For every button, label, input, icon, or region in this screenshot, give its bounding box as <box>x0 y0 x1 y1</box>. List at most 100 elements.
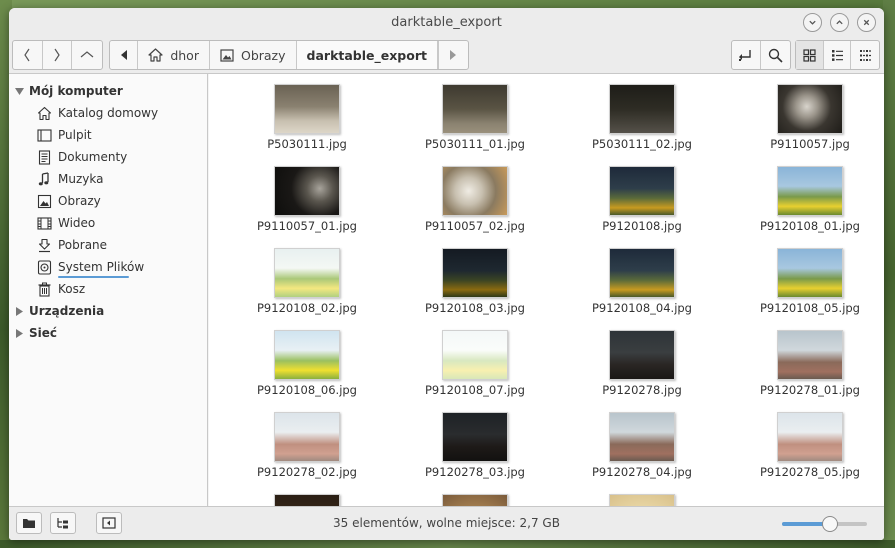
sidebar-item-label: Pulpit <box>58 128 92 142</box>
sidebar-item-music[interactable]: Muzyka <box>9 168 207 190</box>
sidebar-section-devices[interactable]: Urządzenia <box>9 300 207 322</box>
file-thumbnail <box>777 84 843 134</box>
sidebar-item-downloads[interactable]: Pobrane <box>9 234 207 256</box>
file-item[interactable]: P9110057_02.jpg <box>415 166 535 233</box>
trash-icon <box>36 281 52 297</box>
file-thumbnail <box>777 248 843 298</box>
file-item[interactable]: P9120278_02.jpg <box>247 412 367 479</box>
file-thumbnail <box>442 166 508 216</box>
statusbar: 35 elementów, wolne miejsce: 2,7 GB <box>9 506 884 540</box>
file-item[interactable]: P5030111_02.jpg <box>582 84 702 151</box>
sidebar-section-network[interactable]: Sieć <box>9 322 207 344</box>
titlebar[interactable]: darktable_export <box>9 8 884 38</box>
expander-collapsed-icon[interactable] <box>9 306 29 316</box>
file-item[interactable] <box>247 494 367 506</box>
maximize-button[interactable] <box>830 13 849 32</box>
file-thumbnail <box>609 166 675 216</box>
file-name: P9120108_03.jpg <box>425 301 525 315</box>
file-name: P9120108_04.jpg <box>592 301 692 315</box>
file-thumbnail <box>442 248 508 298</box>
sidebar-item-label: Kosz <box>58 282 86 296</box>
file-name: P9120108_01.jpg <box>760 219 860 233</box>
chevron-up-icon <box>836 20 843 25</box>
back-button[interactable] <box>13 41 43 69</box>
sidebar-item-pictures[interactable]: Obrazy <box>9 190 207 212</box>
sidebar-item-trash[interactable]: Kosz <box>9 278 207 300</box>
zoom-slider-handle[interactable] <box>821 516 838 532</box>
expander-collapsed-icon[interactable] <box>9 328 29 338</box>
file-item[interactable]: P5030111_01.jpg <box>415 84 535 151</box>
file-item[interactable]: P9120278_04.jpg <box>582 412 702 479</box>
file-item[interactable]: P9120108_04.jpg <box>582 248 702 315</box>
list-view-button[interactable] <box>824 41 852 69</box>
location-toggle-button[interactable] <box>732 41 762 69</box>
file-thumbnail <box>274 412 340 462</box>
sidebar-item-desktop[interactable]: Pulpit <box>9 124 207 146</box>
file-item[interactable]: P9120108_06.jpg <box>247 330 367 397</box>
file-item[interactable]: P9120108_03.jpg <box>415 248 535 315</box>
sidebar-section-computer[interactable]: Mój komputer <box>9 80 207 102</box>
file-thumbnail <box>609 248 675 298</box>
file-item[interactable]: P9120278_05.jpg <box>750 412 870 479</box>
breadcrumb-label: darktable_export <box>306 47 427 63</box>
sidebar-item-videos[interactable]: Wideo <box>9 212 207 234</box>
status-text: 35 elementów, wolne miejsce: 2,7 GB <box>333 516 560 530</box>
drive-icon <box>36 259 52 275</box>
breadcrumb-home[interactable]: dhor <box>138 41 210 69</box>
breadcrumb-scroll-left[interactable] <box>110 41 139 69</box>
file-thumbnail <box>609 84 675 134</box>
file-thumbnail <box>609 330 675 380</box>
sidebar-item-label: System Plików <box>58 260 145 274</box>
breadcrumb-label: dhor <box>170 47 199 63</box>
search-button[interactable] <box>761 41 790 69</box>
file-view[interactable]: P5030111.jpg P5030111_01.jpg P5030111_02.j… <box>209 74 884 506</box>
file-item[interactable] <box>582 494 702 506</box>
action-buttons <box>731 40 791 70</box>
file-item[interactable]: P9120108_02.jpg <box>247 248 367 315</box>
sidebar-section-label: Mój komputer <box>29 84 123 98</box>
breadcrumb-scroll-right[interactable] <box>439 41 468 69</box>
up-button[interactable] <box>72 41 102 69</box>
file-name: P9120278_01.jpg <box>760 383 860 397</box>
zoom-slider[interactable] <box>782 516 867 532</box>
file-item[interactable]: P5030111.jpg <box>247 84 367 151</box>
file-item[interactable]: P9120108_05.jpg <box>750 248 870 315</box>
search-icon <box>768 48 783 63</box>
close-button[interactable] <box>857 13 876 32</box>
file-item[interactable]: P9110057_01.jpg <box>247 166 367 233</box>
file-item[interactable]: P9120108_01.jpg <box>750 166 870 233</box>
file-name: P9120108_06.jpg <box>257 383 357 397</box>
minimize-button[interactable] <box>803 13 822 32</box>
file-name: P9120278_05.jpg <box>760 465 860 479</box>
file-name: P9110057_01.jpg <box>257 219 357 233</box>
file-name: P9120108_05.jpg <box>760 301 860 315</box>
sidebar-item-documents[interactable]: Dokumenty <box>9 146 207 168</box>
file-item[interactable]: P9120108_07.jpg <box>415 330 535 397</box>
expander-expanded-icon[interactable] <box>9 87 29 95</box>
forward-button[interactable] <box>43 41 73 69</box>
file-thumbnail <box>609 412 675 462</box>
file-item[interactable]: P9120278_01.jpg <box>750 330 870 397</box>
sidebar-item-filesystem[interactable]: System Plików <box>9 256 207 278</box>
file-thumbnail <box>274 166 340 216</box>
icon-view-button[interactable] <box>796 41 824 69</box>
file-item[interactable]: P9110057.jpg <box>750 84 870 151</box>
enter-location-icon <box>739 50 751 61</box>
file-name: P9120108_07.jpg <box>425 383 525 397</box>
image-folder-icon <box>220 48 234 62</box>
compact-view-button[interactable] <box>851 41 879 69</box>
file-item[interactable]: P9120108.jpg <box>582 166 702 233</box>
sidebar-item-label: Pobrane <box>58 238 108 252</box>
sidebar-item-home[interactable]: Katalog domowy <box>9 102 207 124</box>
file-thumbnail <box>442 494 508 506</box>
file-item[interactable]: P9120278.jpg <box>582 330 702 397</box>
file-item[interactable]: P9120278_03.jpg <box>415 412 535 479</box>
file-thumbnail <box>442 84 508 134</box>
breadcrumb-current[interactable]: darktable_export <box>296 41 438 69</box>
chevron-left-icon <box>24 48 30 62</box>
document-icon <box>36 149 52 165</box>
sidebar-item-label: Wideo <box>58 216 96 230</box>
breadcrumb-pictures[interactable]: Obrazy <box>210 41 297 69</box>
file-item[interactable] <box>415 494 535 506</box>
file-name: P5030111.jpg <box>267 137 347 151</box>
